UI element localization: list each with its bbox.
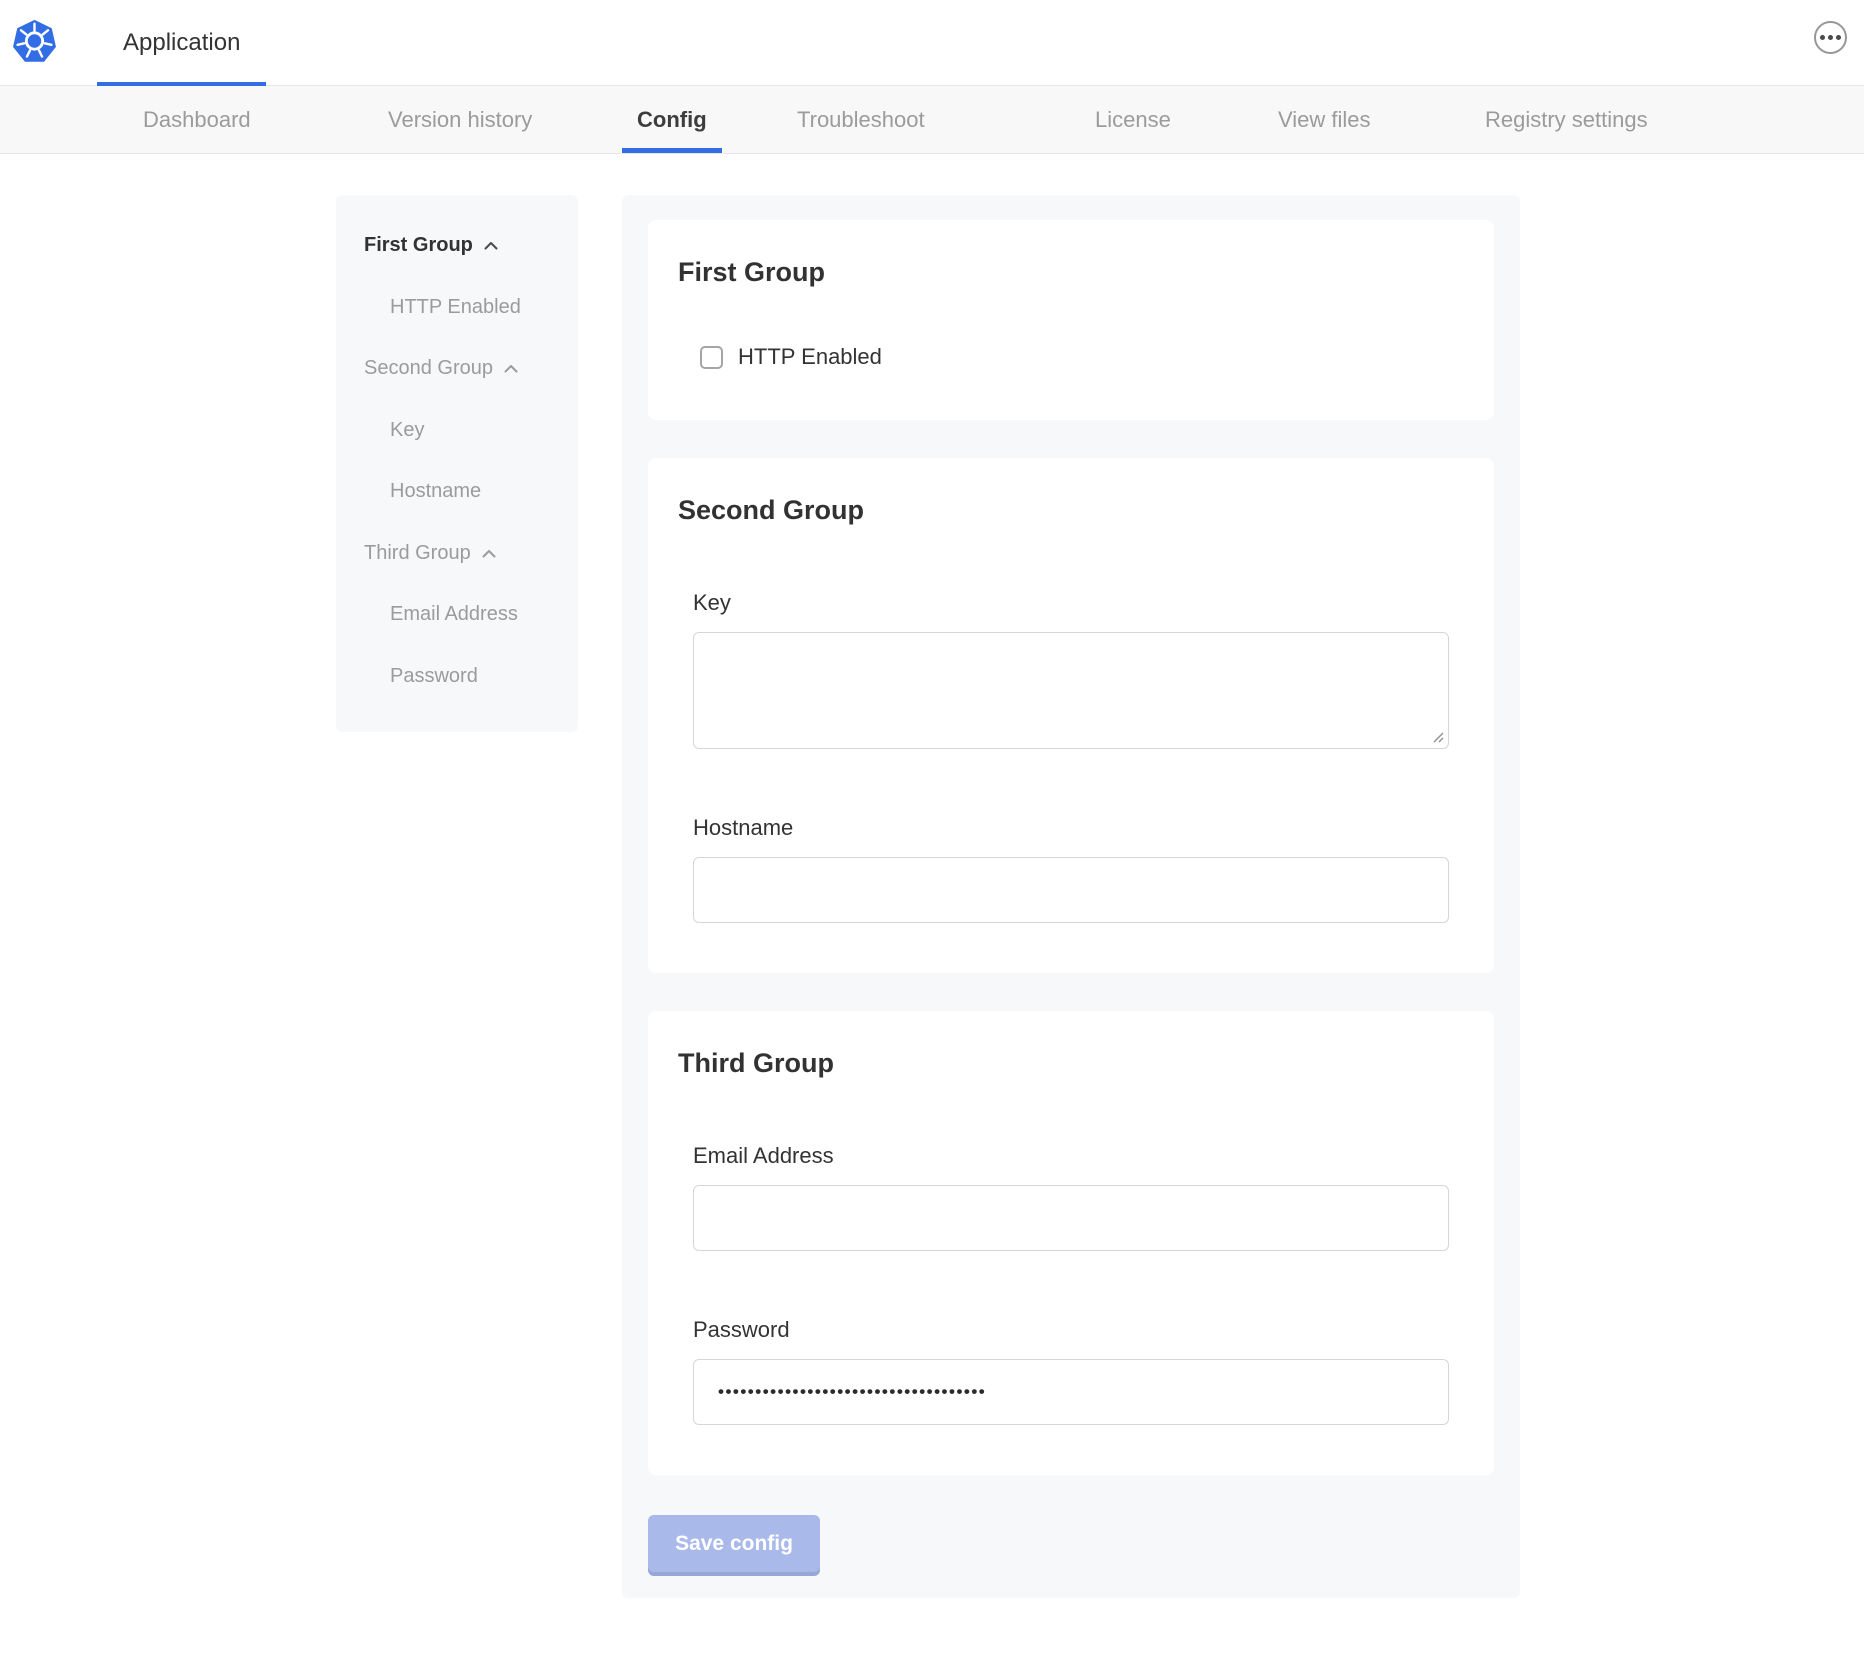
sidebar-item-http-enabled[interactable]: HTTP Enabled [336,277,578,339]
config-group-card-third: Third Group Email Address Password [648,1011,1494,1475]
tab-config[interactable]: Config [637,86,707,153]
group-title: Third Group [678,1049,1464,1077]
password-label: Password [693,1317,1449,1343]
http-enabled-checkbox[interactable] [700,346,723,369]
chevron-up-icon [483,240,499,251]
tab-version-history[interactable]: Version history [388,86,532,153]
key-textarea[interactable] [693,632,1449,749]
config-page: First Group HTTP Enabled Second Group Ke… [0,195,1864,1598]
group-title: First Group [678,258,1464,286]
email-address-input[interactable] [693,1185,1449,1251]
config-panel: First Group HTTP Enabled Second Group Ke… [622,195,1520,1598]
password-field: Password [693,1317,1449,1425]
sidebar-group-second-group[interactable]: Second Group [336,338,578,400]
sidebar-group-third-group[interactable]: Third Group [336,523,578,585]
hostname-label: Hostname [693,815,1449,841]
sidebar-item-hostname[interactable]: Hostname [336,461,578,523]
tab-license[interactable]: License [1095,86,1171,153]
app-header: Application [0,0,1864,86]
resize-grip-icon[interactable] [1431,730,1444,743]
kubernetes-logo-icon [11,18,58,69]
ellipsis-icon [1820,35,1841,40]
hostname-input[interactable] [693,857,1449,923]
chevron-up-icon [481,548,497,559]
group-title: Second Group [678,496,1464,524]
password-input[interactable] [693,1359,1449,1425]
sidebar-group-first-group[interactable]: First Group [336,215,578,277]
save-config-button[interactable]: Save config [648,1515,820,1572]
checkbox-label: HTTP Enabled [738,344,882,370]
key-field: Key [693,590,1449,749]
tab-registry-settings[interactable]: Registry settings [1485,86,1648,153]
email-address-field: Email Address [693,1143,1449,1251]
sidebar-item-password[interactable]: Password [336,646,578,708]
config-group-card-first: First Group HTTP Enabled [648,220,1494,420]
sidebar-item-key[interactable]: Key [336,400,578,462]
key-label: Key [693,590,1449,616]
app-navbar: Dashboard Version history Config Trouble… [0,86,1864,154]
hostname-field: Hostname [693,815,1449,923]
app-tab[interactable]: Application [97,0,266,86]
sidebar-item-email-address[interactable]: Email Address [336,584,578,646]
tab-view-files[interactable]: View files [1278,86,1371,153]
config-sidebar: First Group HTTP Enabled Second Group Ke… [336,195,578,732]
email-address-label: Email Address [693,1143,1449,1169]
config-group-card-second: Second Group Key Hostname [648,458,1494,973]
overflow-menu-button[interactable] [1814,21,1847,54]
http-enabled-checkbox-row[interactable]: HTTP Enabled [700,344,882,370]
tab-dashboard[interactable]: Dashboard [143,86,251,153]
tab-troubleshoot[interactable]: Troubleshoot [797,86,925,153]
chevron-up-icon [503,363,519,374]
